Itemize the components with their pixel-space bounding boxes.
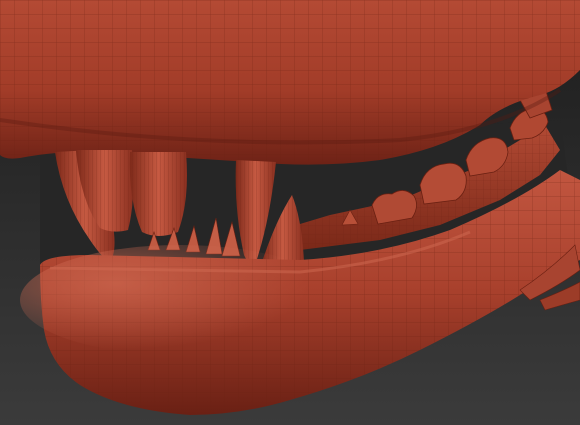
sculpt-render [0, 0, 580, 425]
sculpt-viewport[interactable] [0, 0, 580, 425]
